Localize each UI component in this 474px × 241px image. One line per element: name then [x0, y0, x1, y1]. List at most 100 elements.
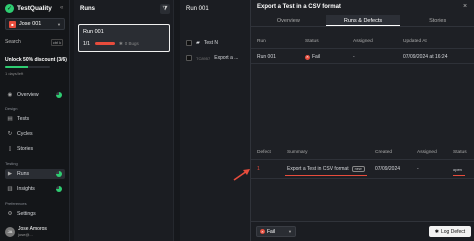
unlock-subtext: 1 days/left: [5, 71, 24, 76]
run-name: Run 001: [83, 29, 104, 35]
status-cell: ✕ Fail: [305, 54, 353, 60]
updated-cell: 07/09/2024 at 16:24: [403, 54, 448, 60]
chevron-down-icon: ▼: [57, 21, 61, 27]
log-defect-label: Log Defect: [441, 228, 466, 235]
table-row[interactable]: Run 001 ✕ Fail - 07/09/2024 at 16:24: [257, 52, 469, 62]
run-count: 1/1: [83, 41, 90, 47]
insights-icon: ▥: [7, 186, 13, 192]
sidebar-item-label: Runs: [17, 171, 30, 177]
column-header: Assigned: [417, 150, 437, 155]
divider: [251, 178, 474, 179]
fail-icon: ✕: [260, 229, 265, 234]
summary-cell: Export a Test in CSV format new: [287, 166, 375, 172]
sidebar-item-cycles[interactable]: ↻ Cycles: [5, 129, 65, 139]
collapse-sidebar-icon[interactable]: «: [60, 5, 63, 11]
sidebar-item-label: Overview: [17, 92, 39, 98]
status-select-value: Fail: [267, 228, 276, 235]
progress-pie-icon: [56, 171, 62, 177]
tab-overview[interactable]: Overview: [251, 15, 326, 26]
filter-icon: ⧩: [162, 5, 168, 12]
defect-id-link[interactable]: 1: [257, 166, 287, 172]
project-selector[interactable]: ■ Jose 001 ▼: [5, 18, 65, 30]
section-preferences: Preferences: [5, 201, 27, 206]
tests-icon: ▤: [7, 116, 13, 122]
run-card[interactable]: Run 001 1/1 ✱ 0 Bugs: [78, 24, 170, 52]
highlight-underline: [453, 175, 465, 176]
drawer-tabs: Overview Runs & Defects Stories: [251, 15, 474, 27]
runs-panel: Runs ⧩ Run 001 1/1 ✱ 0 Bugs: [74, 0, 174, 241]
run-detail-title: Run 001: [186, 6, 209, 12]
column-header: Updated At: [403, 39, 427, 44]
runs-icon: ▶: [7, 171, 13, 177]
unlock-progress-fill: [5, 66, 28, 68]
chevron-down-icon: ▼: [288, 229, 292, 234]
avatar: JA: [5, 226, 15, 237]
sidebar-item-insights[interactable]: ▥ Insights: [5, 184, 65, 194]
status-label: Fail: [312, 54, 321, 60]
runs-title: Runs: [80, 6, 95, 12]
sidebar-item-settings[interactable]: ⚙ Settings: [5, 209, 65, 219]
test-id: TC8957: [196, 55, 211, 61]
checkbox[interactable]: [186, 40, 192, 46]
stories-icon: ▯: [8, 146, 12, 152]
sidebar-item-runs[interactable]: ▶ Runs: [5, 169, 65, 179]
sidebar-item-stories[interactable]: ▯ Stories: [5, 144, 65, 154]
defect-status: open: [453, 166, 462, 172]
cycles-icon: ↻: [7, 131, 13, 137]
tab-stories[interactable]: Stories: [400, 15, 474, 26]
section-testing: Testing: [5, 161, 18, 166]
sidebar-item-tests[interactable]: ▤ Tests: [5, 114, 65, 124]
gear-icon: ⚙: [7, 211, 13, 217]
list-item-label: Export a ...: [214, 55, 239, 61]
column-header: Run: [257, 39, 266, 44]
test-detail-drawer: Export a Test in a CSV format × Overview…: [250, 0, 474, 241]
search-button[interactable]: Search ctrl k: [5, 39, 65, 46]
tab-runs-defects[interactable]: Runs & Defects: [325, 15, 401, 26]
testquality-logo-icon: ✓: [5, 4, 14, 13]
fail-icon: ✕: [305, 54, 310, 60]
assigned-cell: -: [353, 54, 355, 60]
table-row[interactable]: 1 Export a Test in CSV format new 07/09/…: [257, 164, 469, 174]
column-header: Created: [375, 150, 393, 155]
run-detail-panel: Run 001 ▰ Test N TC8957 Export a ...: [180, 0, 250, 241]
close-icon[interactable]: ×: [463, 3, 467, 10]
divider: [251, 63, 474, 64]
app-name: TestQuality: [17, 5, 52, 12]
log-defect-button[interactable]: ✱ Log Defect: [429, 226, 471, 237]
list-item[interactable]: ▰ Test N: [186, 40, 218, 46]
sidebar-item-overview[interactable]: ◉ Overview: [5, 90, 65, 100]
divider: [251, 159, 474, 160]
defects-table-header: Defect Summary Created Assigned Status: [257, 150, 469, 158]
user-profile[interactable]: JA Jose Amoros jose@...: [5, 226, 47, 237]
column-header: Status: [453, 150, 467, 155]
sidebar: ✓ TestQuality « ■ Jose 001 ▼ Search ctrl…: [0, 0, 70, 241]
sidebar-item-label: Stories: [17, 146, 34, 152]
folder-icon: ▰: [196, 40, 200, 46]
column-header: Status: [305, 39, 319, 44]
project-name: Jose 001: [19, 21, 42, 27]
column-header: Defect: [257, 150, 271, 155]
user-email: jose@...: [18, 232, 33, 237]
unlock-discount[interactable]: Unlock 50% discount (3/6): [5, 57, 67, 63]
new-badge: new: [351, 166, 365, 172]
sidebar-item-label: Settings: [17, 211, 36, 217]
highlight-underline: [285, 175, 367, 176]
bug-icon: ✱: [119, 41, 123, 46]
section-design: Design: [5, 106, 18, 111]
run-cell: Run 001: [257, 54, 276, 60]
search-shortcut: ctrl k: [50, 39, 64, 46]
filter-button[interactable]: ⧩: [160, 4, 170, 14]
column-header: Assigned: [353, 39, 373, 44]
unlock-progress-bar: [5, 66, 50, 68]
run-bugs: ✱ 0 Bugs: [119, 41, 139, 47]
divider: [251, 48, 474, 49]
defect-summary: Export a Test in CSV format: [287, 166, 349, 172]
status-select[interactable]: ✕ Fail ▼: [256, 226, 296, 237]
runs-table-header: Run Status Assigned Updated At: [257, 39, 469, 47]
drawer-title: Export a Test in a CSV format: [257, 4, 341, 10]
column-header: Summary: [287, 150, 308, 155]
sidebar-item-label: Insights: [17, 186, 35, 192]
checkbox[interactable]: [186, 55, 192, 61]
list-item[interactable]: TC8957 Export a ...: [186, 55, 238, 61]
app-logo[interactable]: ✓ TestQuality: [5, 4, 52, 13]
